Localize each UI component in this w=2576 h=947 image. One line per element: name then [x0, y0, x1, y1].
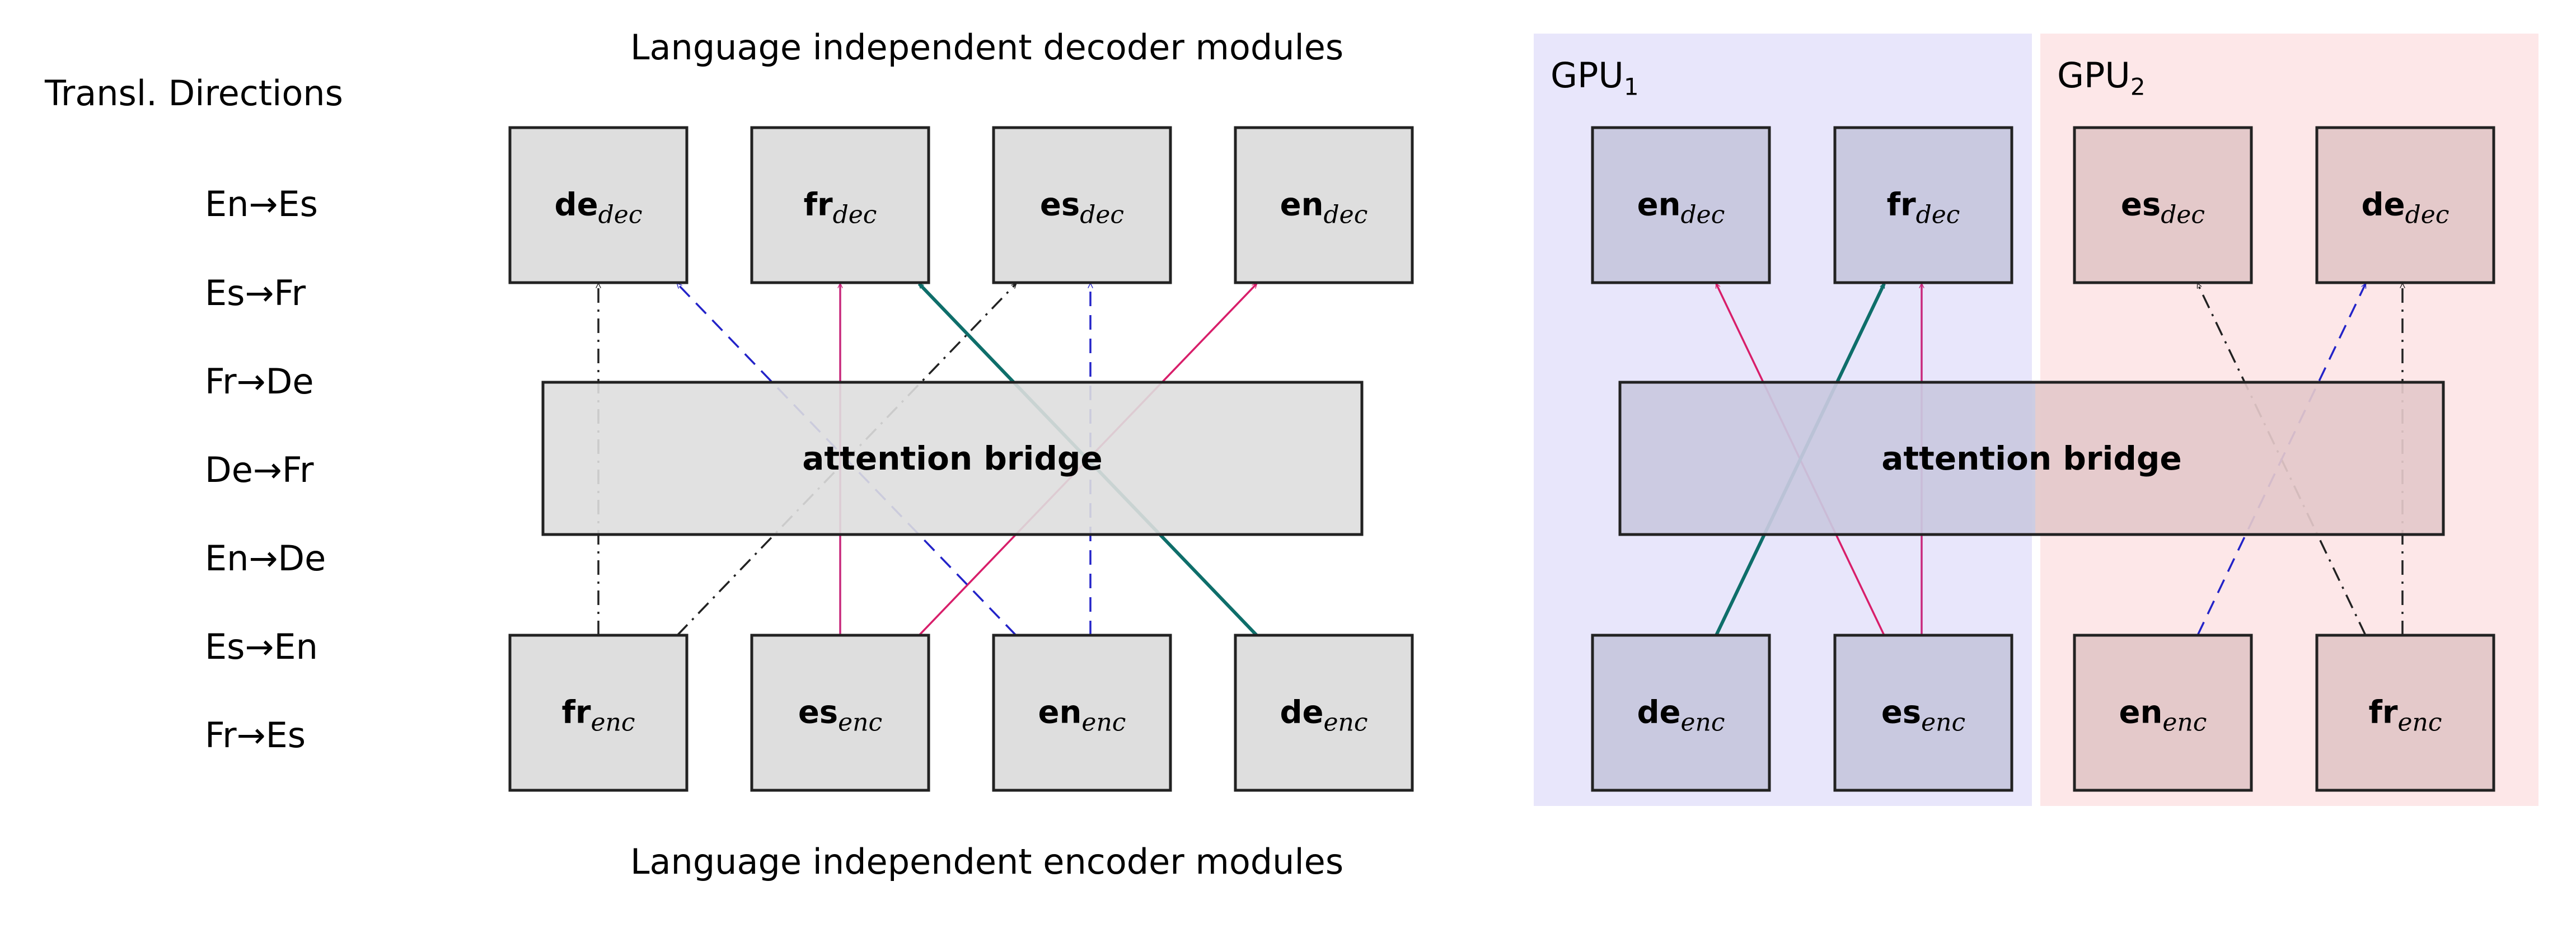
module-lang: fr — [1887, 187, 1916, 223]
module-sub: dec — [1080, 201, 1124, 229]
module-sub: enc — [838, 709, 882, 737]
module-de-enc: deenc — [1234, 634, 1414, 792]
module-sub: enc — [1081, 709, 1126, 737]
module-es-enc: esenc — [1833, 634, 2013, 792]
module-lang: es — [1040, 187, 1080, 223]
module-fr-dec: frdec — [1833, 126, 2013, 284]
module-en-dec: endec — [1591, 126, 1771, 284]
module-lang: de — [555, 187, 598, 223]
module-sub: enc — [1324, 709, 1368, 737]
module-lang: es — [2121, 187, 2161, 223]
left-architecture: attention bridgededec frdec esdec endecfren… — [508, 126, 1414, 792]
module-sub: enc — [2162, 709, 2207, 737]
right-architecture: attention bridgeendec frdecdeenc esencesde… — [1591, 126, 2495, 792]
module-sub: dec — [1916, 201, 1960, 229]
module-en-dec: endec — [1234, 126, 1414, 284]
attention-bridge-label: attention bridge — [802, 439, 1103, 477]
module-en-enc: enenc — [992, 634, 1172, 792]
module-sub: dec — [2405, 201, 2449, 229]
module-fr-enc: frenc — [2315, 634, 2495, 792]
module-de-dec: dedec — [2315, 126, 2495, 284]
module-sub: enc — [591, 709, 635, 737]
module-sub: dec — [598, 201, 643, 229]
module-lang: en — [1280, 187, 1324, 223]
module-es-dec: esdec — [2073, 126, 2253, 284]
module-de-dec: dedec — [508, 126, 689, 284]
module-sub: enc — [2397, 709, 2442, 737]
attention-bridge: attention bridge — [541, 381, 1364, 536]
module-lang: es — [1881, 695, 1921, 731]
module-es-dec: esdec — [992, 126, 1172, 284]
attention-bridge: attention bridge — [1618, 381, 2445, 536]
module-lang: en — [2119, 695, 2163, 731]
module-sub: dec — [833, 201, 877, 229]
module-lang: de — [1637, 695, 1680, 731]
module-lang: fr — [561, 695, 591, 731]
module-es-enc: esenc — [750, 634, 930, 792]
module-lang: fr — [2368, 695, 2397, 731]
module-sub: dec — [1681, 201, 1725, 229]
module-sub: dec — [1324, 201, 1368, 229]
attention-bridge-label: attention bridge — [1881, 439, 2182, 477]
module-sub: enc — [1921, 709, 1965, 737]
module-lang: de — [2362, 187, 2405, 223]
module-lang: es — [798, 695, 838, 731]
module-sub: enc — [1681, 709, 1725, 737]
module-lang: de — [1280, 695, 1323, 731]
module-de-enc: deenc — [1591, 634, 1771, 792]
module-lang: en — [1637, 187, 1681, 223]
module-fr-dec: frdec — [750, 126, 930, 284]
module-lang: fr — [804, 187, 833, 223]
diagram-canvas: attention bridgededec frdec esdec endecfren… — [508, 126, 2495, 792]
module-fr-enc: frenc — [508, 634, 689, 792]
module-en-enc: enenc — [2073, 634, 2253, 792]
module-lang: en — [1038, 695, 1082, 731]
module-sub: dec — [2161, 201, 2205, 229]
